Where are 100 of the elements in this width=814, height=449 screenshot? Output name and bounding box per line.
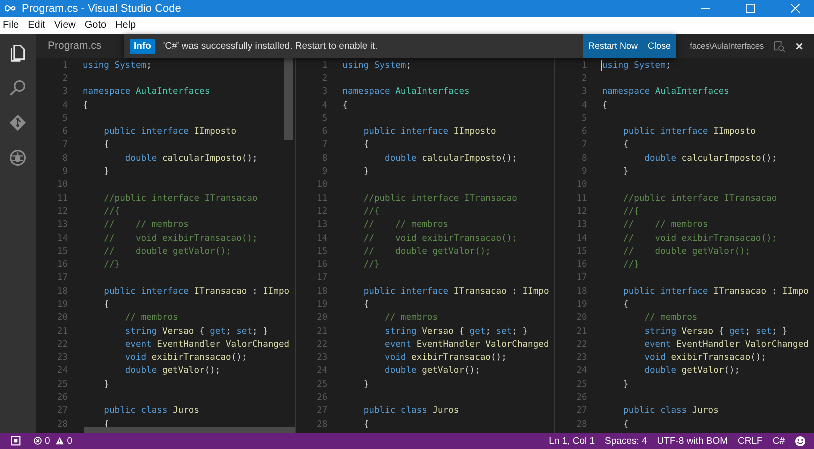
line-number: 11 [576,194,588,204]
code-line: public interface IImposto [362,127,496,138]
menu-item[interactable]: File [3,20,20,31]
line-number: 28 [576,420,588,430]
line-number: 16 [316,260,328,270]
line-number: 14 [316,234,328,244]
files-icon[interactable] [9,44,27,62]
scrollbar-thumb[interactable] [284,58,293,140]
code-line: namespace AulaInterfaces [602,87,730,98]
line-number: 27 [576,406,588,416]
code-line: { [362,140,370,150]
code-line: //{ [362,206,380,217]
smiley-icon[interactable] [795,436,806,446]
code-line: public interface ITransacao : IImpo [103,286,290,297]
line-number: 16 [576,260,588,270]
line-number: 23 [316,353,328,364]
line-number: 1 [321,60,328,71]
menu-item[interactable]: View [54,20,76,31]
code-line: event EventHandler ValorChanged [384,340,550,350]
line-number: 13 [576,220,588,230]
scrollbar-thumb[interactable] [84,427,295,433]
code-line: double calcularImposto(); [384,154,518,164]
line-number: 17 [316,273,328,284]
error-icon [34,437,42,445]
line-number: 28 [56,420,68,430]
line-number: 7 [581,140,588,150]
line-number: 6 [321,127,328,138]
code-line: //} [362,260,380,270]
code-line: using System; [602,60,672,71]
menu-item[interactable]: Edit [28,20,46,31]
line-number: 6 [581,127,588,138]
line-number: 10 [56,180,68,190]
editor-tab[interactable]: Program.cs [36,34,114,58]
status-item[interactable]: UTF-8 with BOM [657,436,728,446]
line-number: 12 [56,206,68,217]
bug-icon[interactable] [9,149,27,167]
feedback-icon[interactable] [11,436,21,446]
status-item[interactable]: Spaces: 4 [605,436,648,446]
status-item[interactable]: CRLF [738,436,763,446]
menu-item[interactable]: Help [116,20,136,31]
line-number: 20 [576,313,588,324]
line-number: 9 [581,167,588,178]
preview-icon[interactable] [774,40,786,52]
code-line: using System; [342,60,412,71]
code-line: double calcularImposto(); [124,154,258,164]
code-line: { [622,140,629,150]
code-line: namespace AulaInterfaces [83,87,210,98]
code-line: //public interface ITransacao [103,194,258,204]
code-line: public interface ITransacao : IImpo [362,286,550,297]
line-number: 9 [321,167,328,178]
code-line: { [83,100,88,111]
code-line: { [602,100,608,111]
code-line: public interface IImposto [103,127,237,138]
search-icon[interactable] [9,79,27,97]
line-number: 25 [56,380,68,390]
code-line: } [362,380,370,390]
problem-count[interactable]: 0 [67,436,73,446]
code-line: public class Juros [103,406,200,416]
line-number: 19 [576,300,588,310]
code-line: public class Juros [362,406,460,416]
line-number: 11 [56,194,68,204]
line-number: 5 [321,114,328,124]
line-number: 3 [62,87,68,98]
line-number: 20 [316,313,328,324]
line-number: 15 [576,246,588,257]
line-number: 15 [316,246,328,257]
line-number: 25 [576,380,588,390]
line-number: 12 [316,206,328,217]
code-line: // // membros [362,220,449,230]
status-item[interactable]: C# [772,436,785,446]
code-line: double getValor(); [644,366,740,376]
line-number: 27 [56,406,68,416]
maximize-icon[interactable] [746,4,755,13]
code-line: { [362,420,370,430]
close-icon[interactable] [794,40,806,52]
file-path: faces\AulaInterfaces [690,41,764,51]
git-icon[interactable] [9,114,27,132]
line-number: 24 [576,366,588,376]
problem-count[interactable]: 0 [45,436,50,446]
line-number: 8 [581,154,588,164]
line-number: 10 [576,180,588,190]
code-line: string Versao { get; set; } [644,326,788,337]
code-line: using System; [83,60,152,71]
line-number: 22 [316,340,328,350]
line-number: 28 [316,420,328,430]
code-line: { [103,140,110,150]
line-number: 7 [62,140,68,150]
code-line: } [622,380,629,390]
line-number: 14 [576,234,588,244]
line-number: 13 [56,220,68,230]
code-line: string Versao { get; set; } [384,326,528,337]
code-line: void exibirTransacao(); [644,353,767,364]
code-line: { [362,300,370,310]
line-number: 25 [316,380,328,390]
code-line: } [103,380,110,390]
status-item[interactable]: Ln 1, Col 1 [549,436,596,446]
line-number: 15 [56,246,68,257]
menu-item[interactable]: Goto [84,20,107,31]
code-line: { [103,300,110,310]
code-line: //public interface ITransacao [622,194,778,204]
